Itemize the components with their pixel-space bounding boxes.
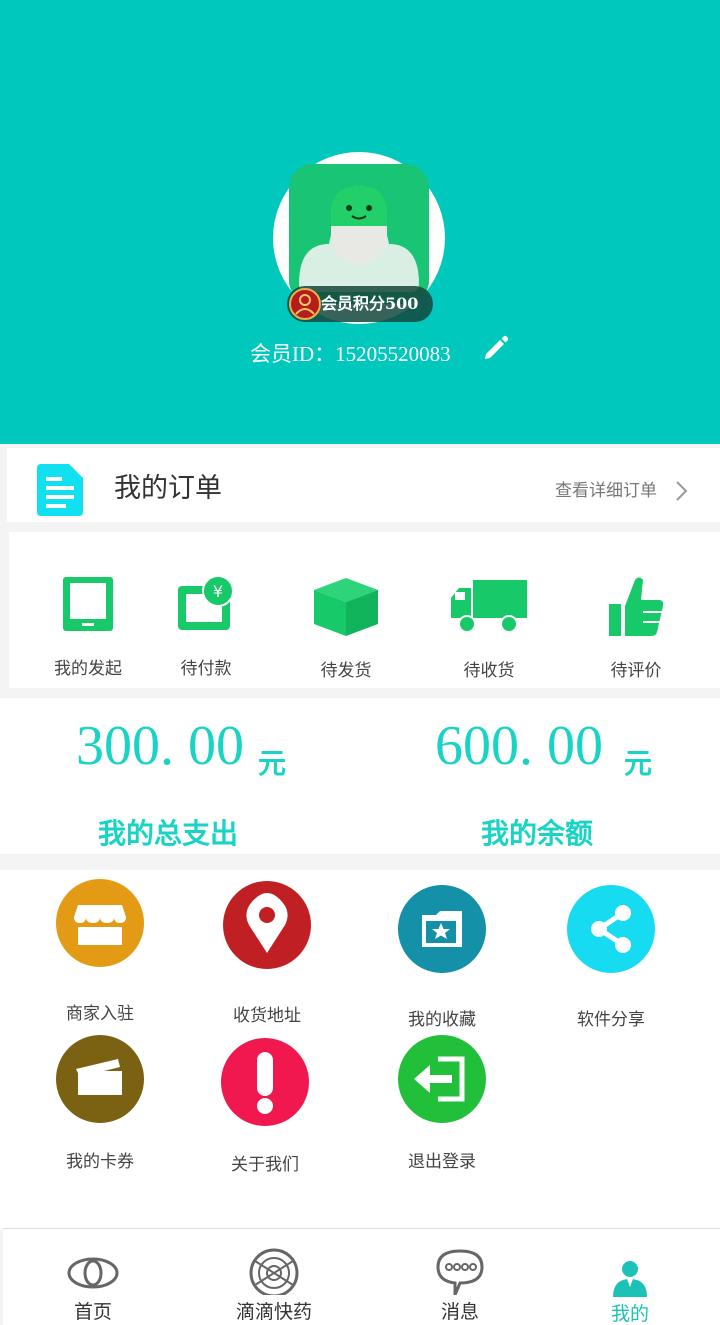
wallet-yen-icon: ¥ — [178, 576, 234, 630]
chat-bubble-icon — [436, 1249, 484, 1295]
logout-item[interactable]: 退出登录 — [377, 1035, 507, 1175]
service-label: 退出登录 — [408, 1152, 476, 1172]
balance-unit: 元 — [624, 749, 653, 780]
share-icon — [567, 885, 655, 973]
tablet-icon — [63, 577, 113, 631]
coupons-item[interactable]: 我的卡券 — [35, 1035, 165, 1175]
about-us-item[interactable]: 关于我们 — [200, 1038, 330, 1178]
svg-text:¥: ¥ — [213, 582, 223, 601]
box-icon — [314, 578, 378, 636]
service-label: 软件分享 — [577, 1010, 645, 1030]
bottom-tab-bar: 首页 滴滴快药 消息 我的 — [3, 1228, 720, 1325]
order-status-label: 待收货 — [463, 661, 515, 681]
tab-home[interactable]: 首页 — [41, 1235, 145, 1325]
tab-didi-medicine[interactable]: 滴滴快药 — [217, 1235, 331, 1325]
order-status-row: 我的发起 ¥ 待付款 待发货 待收货 待评价 — [9, 532, 720, 688]
storefront-icon — [56, 879, 144, 967]
order-status-initiated[interactable]: 我的发起 — [33, 576, 143, 679]
order-status-label: 我的发起 — [54, 659, 122, 679]
member-medal-icon — [289, 288, 321, 320]
shipping-address-item[interactable]: 收货地址 — [202, 881, 332, 1026]
service-label: 收货地址 — [233, 1006, 301, 1026]
thumbs-up-icon — [609, 577, 664, 636]
logout-icon — [398, 1035, 486, 1123]
order-status-label: 待评价 — [610, 661, 662, 681]
order-status-label: 待发货 — [320, 661, 372, 681]
merchant-join-item[interactable]: 商家入驻 — [35, 879, 165, 1024]
orders-header[interactable]: 我的订单 查看详细订单 — [7, 448, 720, 522]
tab-label: 消息 — [440, 1301, 479, 1323]
services-grid: 商家入驻 收货地址 我的收藏 软件分享 我的卡券 关于我们 退出登录 — [0, 870, 720, 1230]
truck-icon — [451, 580, 527, 633]
tab-mine[interactable]: 我的 — [585, 1235, 675, 1325]
radar-icon — [249, 1248, 299, 1295]
avatar-capsule-icon — [289, 164, 429, 304]
order-status-pending-payment[interactable]: ¥ 待付款 — [151, 576, 261, 679]
order-status-to-receive[interactable]: 待收货 — [434, 576, 544, 681]
money-summary: 300. 00 元 我的总支出 600. 00 元 我的余额 — [0, 698, 720, 854]
points-badge: 会员积分500 — [287, 286, 433, 322]
favorites-item[interactable]: 我的收藏 — [377, 885, 507, 1030]
member-id: 会员ID：15205520083 — [250, 342, 451, 366]
balance-amount: 600. 00 — [435, 715, 603, 777]
total-spent-amount: 300. 00 — [76, 715, 244, 777]
exclamation-icon — [221, 1038, 309, 1126]
chevron-right-icon[interactable] — [675, 480, 689, 502]
user-icon — [613, 1261, 647, 1297]
tab-label: 首页 — [73, 1301, 112, 1323]
profile-header: 会员积分500 会员ID：15205520083 — [0, 0, 720, 444]
order-status-to-review[interactable]: 待评价 — [581, 576, 691, 681]
map-pin-icon — [223, 881, 311, 969]
view-all-orders-link[interactable]: 查看详细订单 — [555, 476, 657, 501]
tab-label: 滴滴快药 — [235, 1301, 312, 1323]
star-folder-icon — [398, 885, 486, 973]
orders-title: 我的订单 — [114, 473, 222, 504]
card-icon — [56, 1035, 144, 1123]
total-spent-label[interactable]: 我的总支出 — [98, 812, 238, 852]
tab-label: 我的 — [610, 1303, 649, 1325]
points-label: 会员积分500 — [321, 294, 419, 313]
service-label: 我的卡券 — [66, 1152, 134, 1172]
balance-label[interactable]: 我的余额 — [481, 812, 593, 852]
order-status-to-ship[interactable]: 待发货 — [291, 576, 401, 681]
eye-icon — [67, 1257, 119, 1289]
pencil-icon[interactable] — [482, 334, 510, 362]
service-label: 我的收藏 — [408, 1010, 476, 1030]
order-status-label: 待付款 — [180, 659, 232, 679]
share-app-item[interactable]: 软件分享 — [546, 885, 676, 1030]
total-spent-unit: 元 — [258, 749, 287, 780]
tab-messages[interactable]: 消息 — [403, 1235, 517, 1325]
service-label: 商家入驻 — [66, 1004, 134, 1024]
document-icon — [37, 464, 83, 516]
service-label: 关于我们 — [231, 1155, 299, 1175]
